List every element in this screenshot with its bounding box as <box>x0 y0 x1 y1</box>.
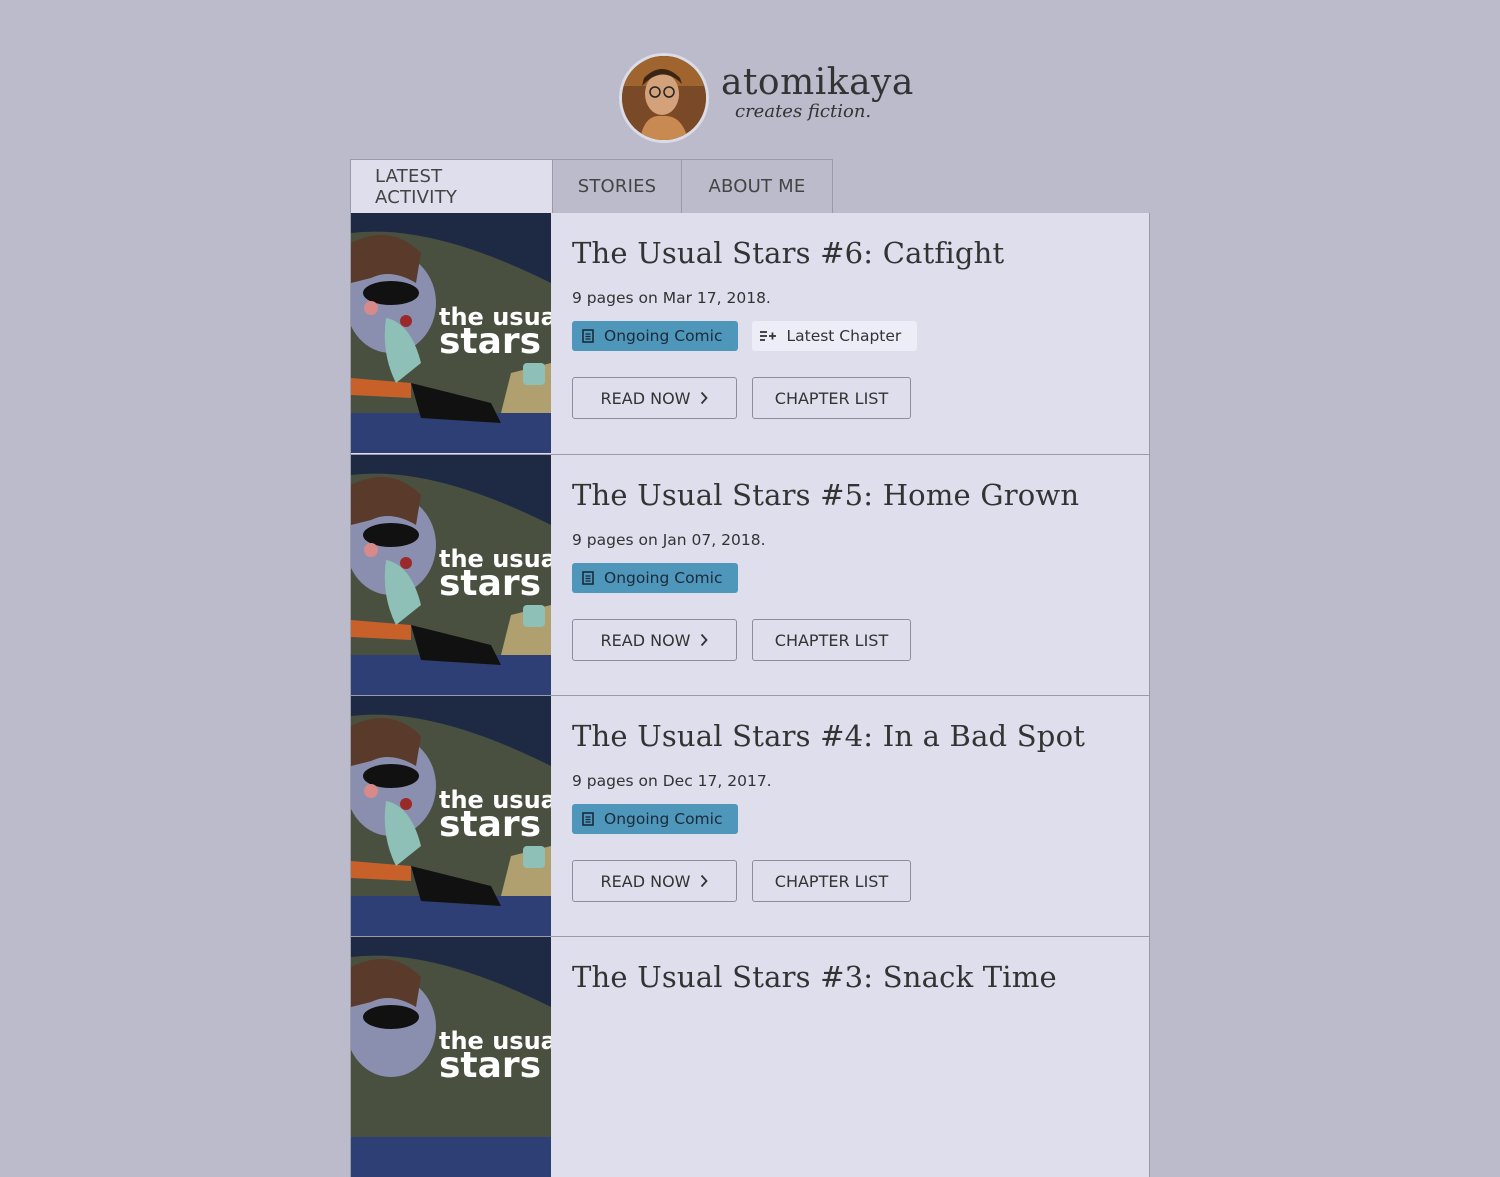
thumb-title-line2: stars <box>439 1045 541 1086</box>
ongoing-comic-badge[interactable]: Ongoing Comic <box>572 321 739 351</box>
chapter-list-button[interactable]: CHAPTER LIST <box>752 377 911 419</box>
tab-about-me[interactable]: ABOUT ME <box>681 159 833 213</box>
comic-thumbnail[interactable]: the usual stars <box>351 696 551 936</box>
tab-stories[interactable]: STORIES <box>552 159 682 213</box>
avatar[interactable] <box>619 53 709 143</box>
entry-title[interactable]: The Usual Stars #5: Home Grown <box>572 475 1079 515</box>
thumb-title-line2: stars <box>439 804 541 845</box>
list-item: the usual stars The Usual Stars #5: Home… <box>351 454 1149 695</box>
comic-thumbnail[interactable]: the usual stars <box>351 213 551 453</box>
badge-label: Latest Chapter <box>786 327 902 345</box>
playlist-add-icon <box>760 330 777 342</box>
thumb-title-line2: stars <box>439 321 541 362</box>
chapter-list-button[interactable]: CHAPTER LIST <box>752 860 911 902</box>
entry-title[interactable]: The Usual Stars #3: Snack Time <box>572 957 1057 997</box>
chevron-right-icon <box>700 633 709 647</box>
comic-thumbnail[interactable]: the usual stars <box>351 937 551 1177</box>
chevron-right-icon <box>700 391 709 405</box>
list-item: the usual stars The Usual Stars #4: In a… <box>351 695 1149 936</box>
tab-bar: LATEST ACTIVITY STORIES ABOUT ME <box>350 159 833 213</box>
profile-header: atomikaya creates fiction. <box>619 53 914 143</box>
ongoing-comic-badge[interactable]: Ongoing Comic <box>572 804 739 834</box>
entry-meta: 9 pages on Jan 07, 2018. <box>572 531 766 549</box>
read-now-label: READ NOW <box>600 630 691 650</box>
read-now-button[interactable]: READ NOW <box>572 860 737 902</box>
chevron-right-icon <box>700 874 709 888</box>
comic-cover-image: the usual stars <box>351 696 551 936</box>
document-icon <box>582 812 594 826</box>
read-now-button[interactable]: READ NOW <box>572 377 737 419</box>
activity-feed: the usual stars The Usual Stars #6: Catf… <box>350 213 1150 1177</box>
comic-cover-image: the usual stars <box>351 455 551 695</box>
ongoing-comic-badge[interactable]: Ongoing Comic <box>572 563 739 593</box>
list-item: the usual stars The Usual Stars #3: Snac… <box>351 936 1149 1177</box>
latest-chapter-badge[interactable]: Latest Chapter <box>752 321 918 351</box>
entry-title[interactable]: The Usual Stars #4: In a Bad Spot <box>572 716 1085 756</box>
tab-latest-activity[interactable]: LATEST ACTIVITY <box>350 159 553 213</box>
list-item: the usual stars The Usual Stars #6: Catf… <box>351 213 1149 454</box>
comic-cover-image: the usual stars <box>351 213 551 453</box>
badge-label: Ongoing Comic <box>604 569 723 587</box>
entry-title[interactable]: The Usual Stars #6: Catfight <box>572 233 1004 273</box>
comic-cover-image: the usual stars <box>351 937 551 1177</box>
avatar-photo <box>622 56 706 140</box>
badge-label: Ongoing Comic <box>604 810 723 828</box>
read-now-button[interactable]: READ NOW <box>572 619 737 661</box>
comic-thumbnail[interactable]: the usual stars <box>351 455 551 695</box>
thumb-title-line2: stars <box>439 563 541 604</box>
read-now-label: READ NOW <box>600 871 691 891</box>
entry-meta: 9 pages on Mar 17, 2018. <box>572 289 771 307</box>
entry-meta: 9 pages on Dec 17, 2017. <box>572 772 772 790</box>
document-icon <box>582 329 594 343</box>
site-name[interactable]: atomikaya <box>721 61 914 105</box>
read-now-label: READ NOW <box>600 388 691 408</box>
document-icon <box>582 571 594 585</box>
badge-label: Ongoing Comic <box>604 327 723 345</box>
chapter-list-button[interactable]: CHAPTER LIST <box>752 619 911 661</box>
